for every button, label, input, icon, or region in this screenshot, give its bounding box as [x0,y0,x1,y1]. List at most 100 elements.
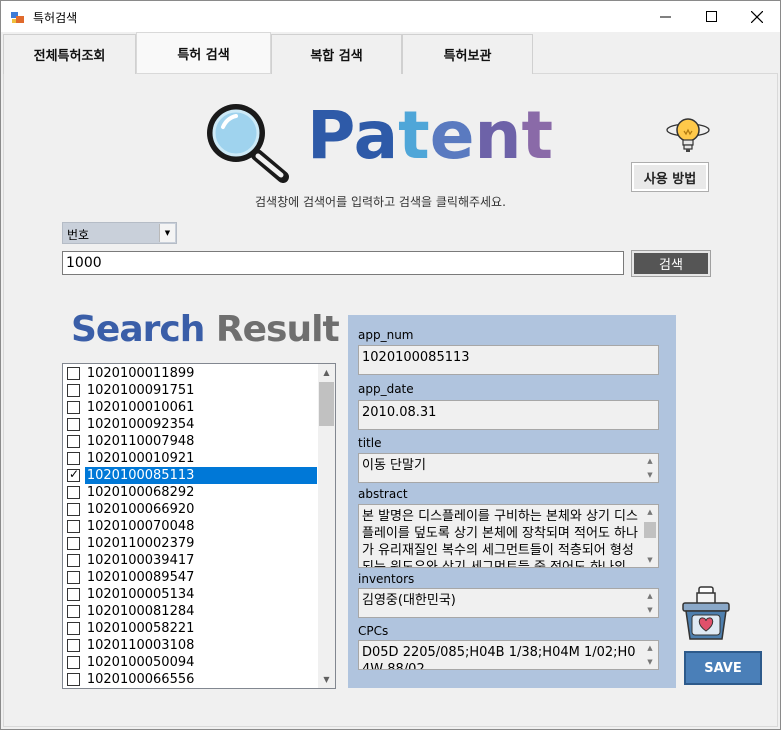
list-item[interactable]: 1020110007948 [65,433,317,450]
list-item[interactable]: 1020100089547 [65,569,317,586]
list-item[interactable]: 1020100066556 [65,671,317,688]
list-item-label: 1020100092354 [86,417,195,432]
title-field[interactable]: 이동 단말기 ▲ ▼ [358,453,659,483]
tab-compound-search[interactable]: 복합 검색 [271,34,402,74]
list-item-label: 1020100010921 [86,451,195,466]
how-to-use-button[interactable]: 사용 방법 [631,162,709,192]
checkbox[interactable] [67,605,80,618]
list-item-label: 1020110007948 [86,434,195,449]
patent-logo: Patent [203,101,573,183]
list-item[interactable]: 1020110002379 [65,535,317,552]
app-date-label: app_date [358,382,414,396]
logo-letter: a [353,97,399,174]
scroll-down-icon[interactable]: ▼ [318,671,335,688]
checkbox[interactable] [67,571,80,584]
tab-patent-search[interactable]: 특허 검색 [136,32,271,73]
cpcs-value: D05D 2205/085;H04B 1/38;H04M 1/02;H04W 8… [362,645,636,670]
checkbox[interactable] [67,384,80,397]
logo-letter: e [429,97,475,174]
list-item[interactable]: 1020100066920 [65,501,317,518]
cpcs-label: CPCs [358,624,389,638]
main-window: 특허검색 전체특허조회 특허 검색 복합 검색 특허보관 Patent 사용 방… [0,0,781,730]
checkbox[interactable] [67,622,80,635]
heading-part-result: Result [215,309,340,350]
abstract-field[interactable]: 본 발명은 디스플레이를 구비하는 본체와 상기 디스플레이를 덮도록 상기 본… [358,504,659,568]
search-hint-text: 검색창에 검색어를 입력하고 검색을 클릭해주세요. [255,195,506,209]
checkbox[interactable] [67,656,80,669]
list-item[interactable]: 1020100058221 [65,620,317,637]
list-item-label: 1020110002379 [86,536,195,551]
app-date-field[interactable]: 2010.08.31 [358,400,659,430]
cpcs-scrollbar[interactable]: ▲ ▼ [642,641,658,669]
list-item-label: 1020100005134 [86,587,195,602]
list-item-label: 1020100039417 [86,553,195,568]
checkbox[interactable] [67,435,80,448]
list-item-label: 1020100011899 [86,366,195,381]
checkbox[interactable] [67,673,80,686]
list-item[interactable]: 1020110003108 [65,637,317,654]
inventors-scrollbar[interactable]: ▲ ▼ [642,589,658,617]
app-num-field[interactable]: 1020100085113 [358,345,659,375]
title-scrollbar[interactable]: ▲ ▼ [642,454,658,482]
tab-all-patents[interactable]: 전체특허조회 [3,34,136,74]
magnifier-icon [207,104,289,183]
checkbox[interactable] [67,588,80,601]
title-bar: 특허검색 [1,1,780,32]
minimize-button[interactable] [642,1,688,32]
list-item[interactable]: 1020100011899 [65,365,317,382]
search-button[interactable]: 검색 [631,250,711,277]
inventors-field[interactable]: 김영중(대한민국) ▲ ▼ [358,588,659,618]
abstract-scrollbar[interactable]: ▲ ▼ [642,505,658,567]
checkbox[interactable] [67,486,80,499]
checkbox[interactable] [67,367,80,380]
inventors-value: 김영중(대한민국) [362,593,456,608]
chevron-down-icon[interactable]: ▼ [159,224,175,242]
abstract-value: 본 발명은 디스플레이를 구비하는 본체와 상기 디스플레이를 덮도록 상기 본… [362,509,638,568]
list-item[interactable]: ✓ 1020100085113 [65,467,317,484]
maximize-button[interactable] [688,1,734,32]
tab-patent-storage[interactable]: 특허보관 [402,34,533,74]
logo-letter: t [521,97,554,174]
list-item[interactable]: 1020100091751 [65,382,317,399]
patent-wordmark: Patent [307,103,553,169]
close-button[interactable] [734,1,780,32]
checkbox[interactable] [67,554,80,567]
cpcs-field[interactable]: D05D 2205/085;H04B 1/38;H04M 1/02;H04W 8… [358,640,659,670]
checkbox[interactable]: ✓ [67,467,80,482]
checkbox[interactable] [67,401,80,414]
list-item-label: 1020100050094 [86,655,195,670]
list-item[interactable]: 1020100039417 [65,552,317,569]
scroll-up-icon[interactable]: ▲ [318,364,335,381]
list-item-label: 1020100081284 [86,604,195,619]
window-title: 특허검색 [33,11,78,25]
scroll-thumb[interactable] [319,382,334,426]
list-item-label: 1020110003108 [86,638,195,653]
title-label: title [358,436,382,450]
checkbox[interactable] [67,639,80,652]
checkbox[interactable] [67,503,80,516]
checkbox[interactable] [67,452,80,465]
list-item-label: 1020100070048 [86,519,195,534]
search-type-combo[interactable]: 번호 ▼ [62,222,177,244]
detail-panel: app_num 1020100085113 app_date 2010.08.3… [348,315,676,688]
list-item[interactable]: 1020100010921 [65,450,317,467]
title-value: 이동 단말기 [362,458,426,473]
list-item[interactable]: 1020100068292 [65,484,317,501]
list-item[interactable]: 1020100050094 [65,654,317,671]
list-item[interactable]: 1020100005134 [65,586,317,603]
checkbox[interactable] [67,418,80,431]
lightbulb-icon[interactable] [665,113,711,159]
list-item-label: 1020100010061 [86,400,195,415]
abstract-label: abstract [358,487,408,501]
list-item[interactable]: 1020100070048 [65,518,317,535]
result-checklist[interactable]: ▲ ▼ 1020100011899 1020100091751 1020100010… [62,363,336,689]
save-button[interactable]: SAVE [684,651,762,685]
search-input[interactable]: 1000 [62,251,624,275]
list-item-label: 1020100089547 [86,570,195,585]
checkbox[interactable] [67,520,80,533]
list-item[interactable]: 1020100010061 [65,399,317,416]
list-scrollbar[interactable]: ▲ ▼ [318,364,335,688]
list-item[interactable]: 1020100092354 [65,416,317,433]
checkbox[interactable] [67,537,80,550]
list-item[interactable]: 1020100081284 [65,603,317,620]
